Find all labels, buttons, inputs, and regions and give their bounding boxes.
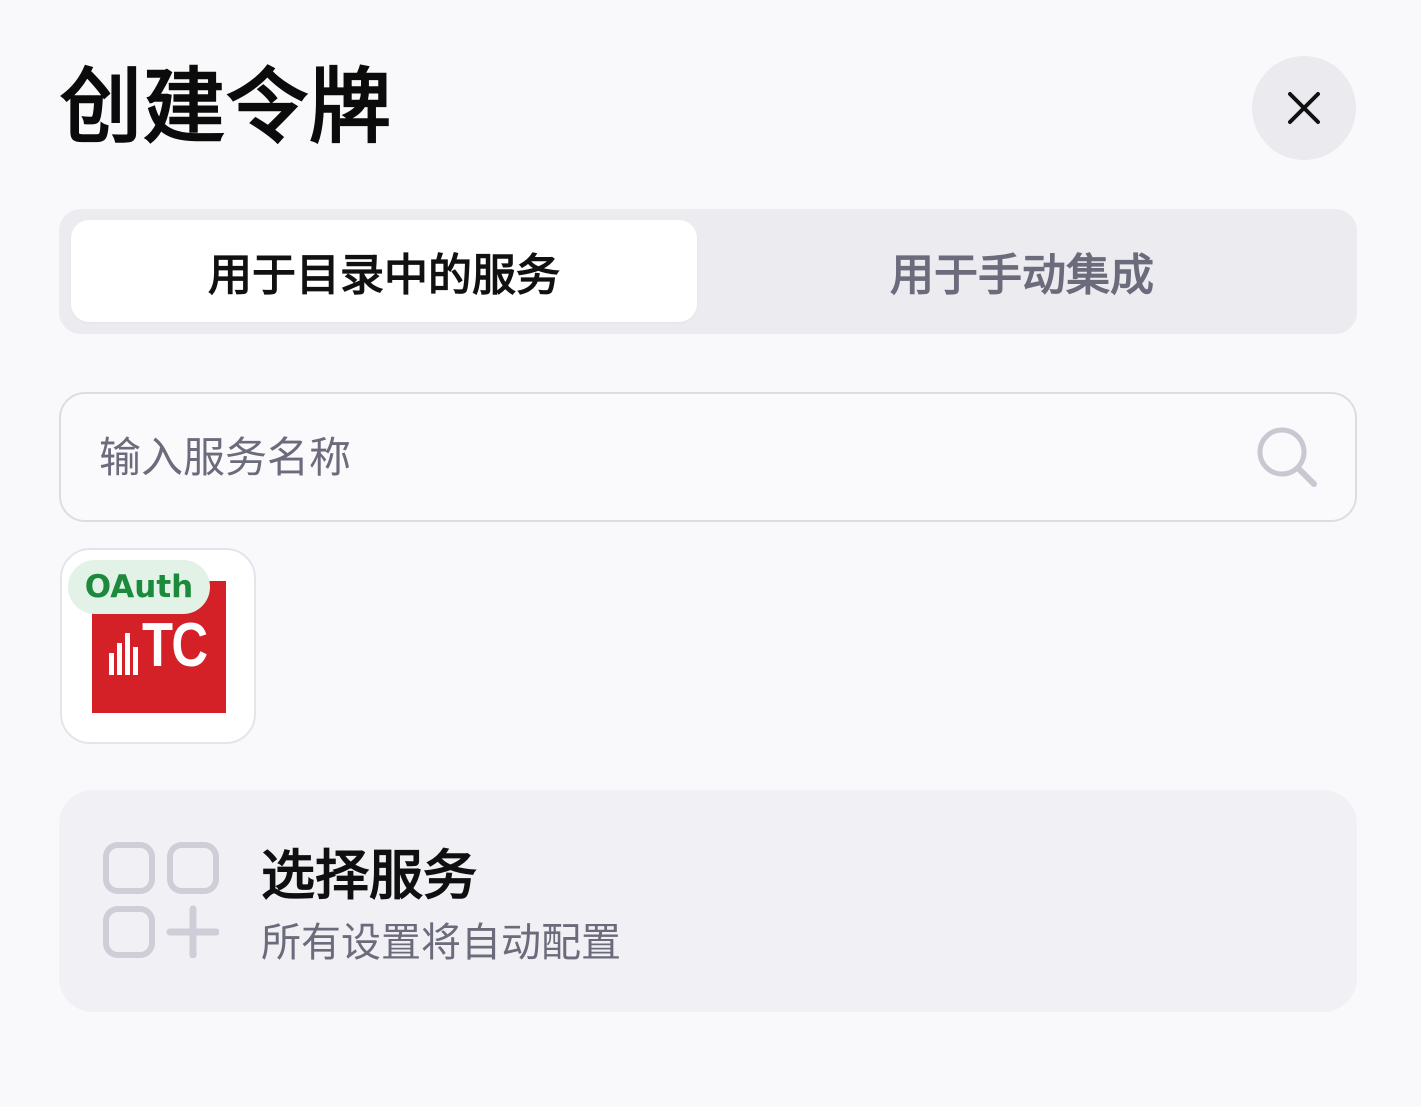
search-icon[interactable] — [1254, 424, 1320, 490]
choose-service-title: 选择服务 — [261, 844, 477, 907]
close-button[interactable] — [1252, 56, 1356, 160]
close-icon — [1288, 92, 1320, 124]
search-input[interactable] — [99, 394, 1219, 520]
tab-catalog-services[interactable]: 用于目录中的服务 — [71, 220, 697, 322]
choose-service-subtitle: 所有设置将自动配置 — [261, 920, 621, 966]
search-box — [59, 392, 1357, 522]
oauth-badge: OAuth — [68, 560, 210, 614]
tc-logo-text: TC — [142, 611, 208, 680]
choose-service-card[interactable]: 选择服务 所有设置将自动配置 — [59, 790, 1357, 1012]
tab-manual-integration[interactable]: 用于手动集成 — [699, 220, 1345, 322]
tab-switcher: 用于目录中的服务 用于手动集成 — [59, 209, 1357, 334]
bar-chart-icon — [109, 633, 138, 675]
page-title: 创建令牌 — [60, 60, 393, 155]
service-card-tc[interactable]: TC OAuth — [60, 548, 256, 744]
apps-add-icon — [103, 842, 219, 958]
